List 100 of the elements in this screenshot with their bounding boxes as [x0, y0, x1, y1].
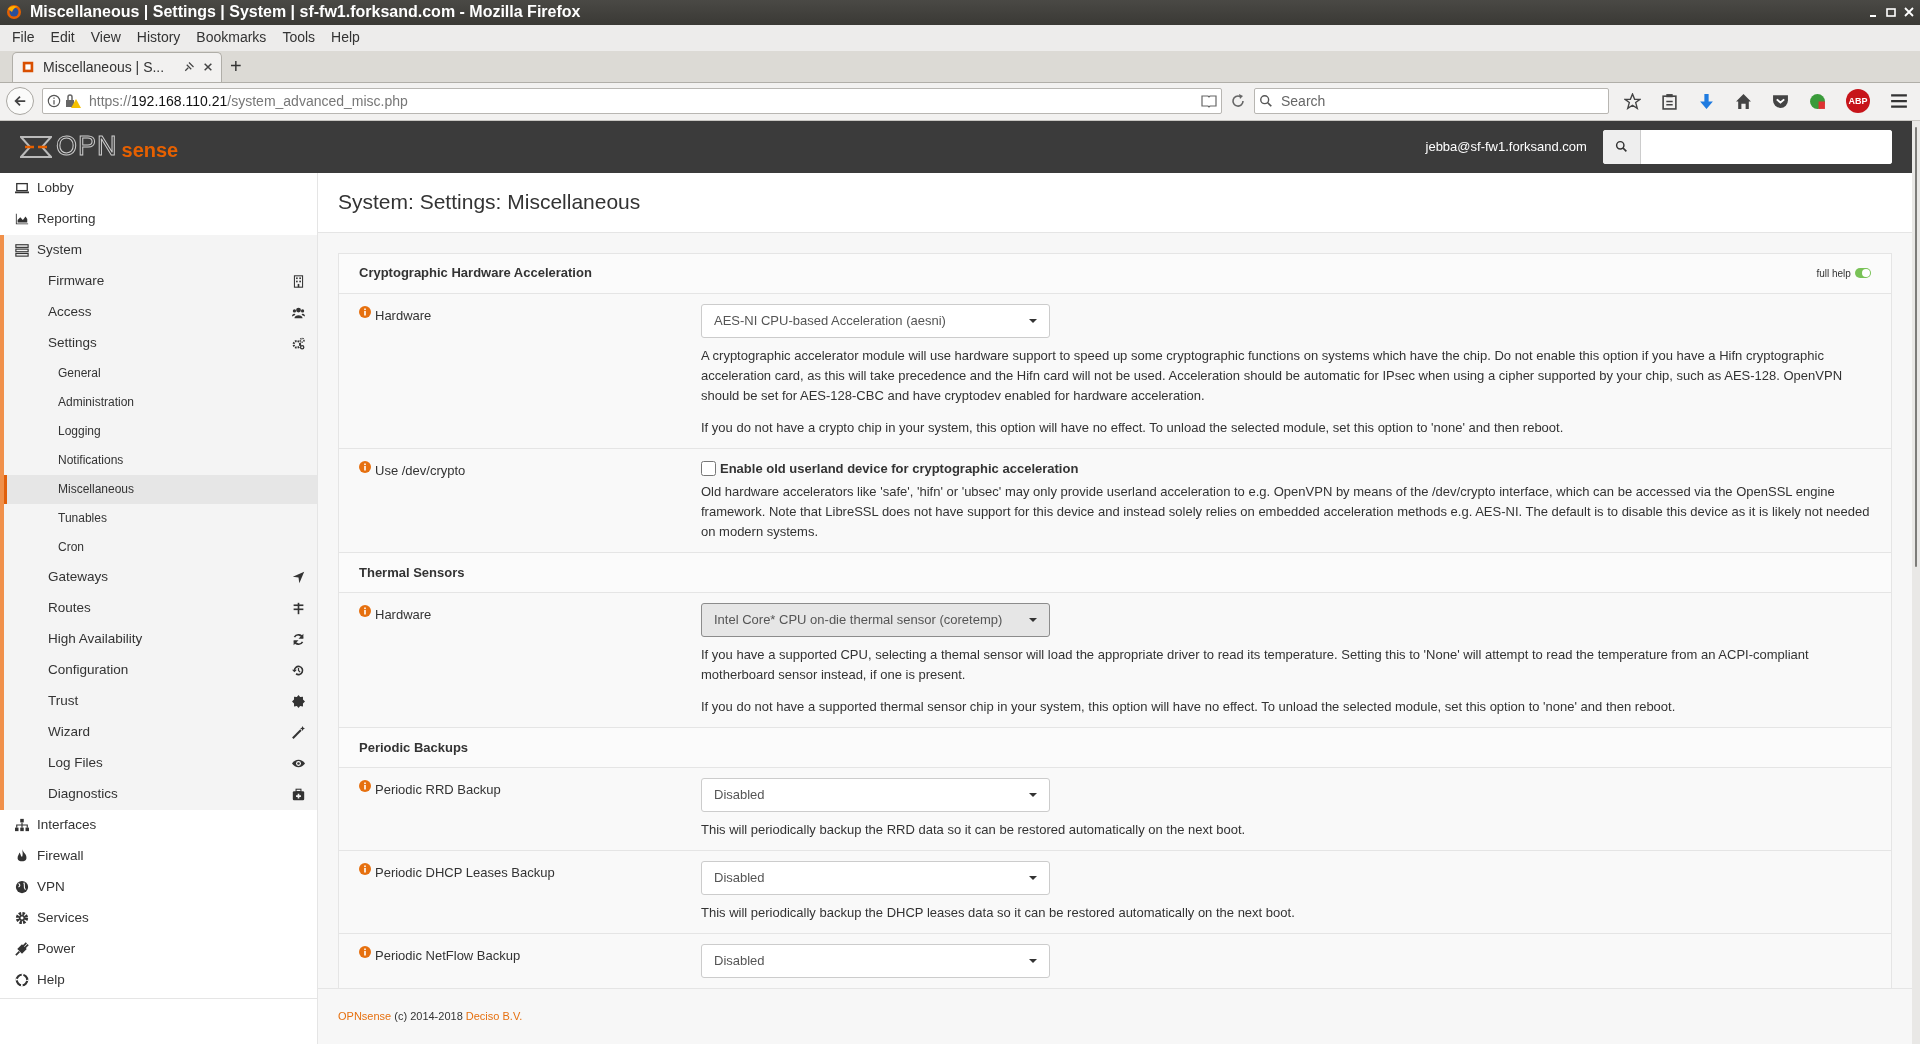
- sidebar-item[interactable]: Wizard: [4, 716, 317, 748]
- sidebar-item[interactable]: Log Files: [4, 747, 317, 779]
- sidebar-item[interactable]: Services: [0, 902, 317, 934]
- sidebar-item[interactable]: Settings: [4, 327, 317, 359]
- favicon-icon: [21, 60, 35, 75]
- reader-view-icon[interactable]: [1201, 93, 1217, 110]
- sidebar-item[interactable]: Firewall: [0, 840, 317, 872]
- help-text: This will periodically backup the DHCP leases data so it can be restored automatically on the next boot.: [701, 904, 1296, 922]
- help-text: If you do not have a crypto chip in your system, this option will have no effect. To unload the selected module, set this option to 'none' and then reboot.: [701, 418, 1565, 437]
- select-field[interactable]: Disabled: [701, 861, 1050, 895]
- magic-wand-icon: [292, 725, 305, 739]
- help-text: This will periodically backup the RRD data so it can be restored automatically on the next boot.: [701, 821, 1247, 839]
- caret-icon: [1029, 793, 1037, 797]
- settings-icon: [15, 911, 29, 926]
- computer-icon: [15, 181, 29, 196]
- sidebar-item[interactable]: Diagnostics: [4, 778, 317, 810]
- extension-icon[interactable]: [1809, 92, 1826, 110]
- reload-icon[interactable]: [1230, 93, 1246, 110]
- page-title: System: Settings: Miscellaneous: [318, 172, 1912, 233]
- sidebar-item[interactable]: Trust: [4, 685, 317, 717]
- building-icon: [292, 274, 305, 288]
- back-arrow-icon: [13, 94, 27, 109]
- info-icon: [359, 605, 371, 617]
- back-button[interactable]: [6, 87, 34, 116]
- menu-icon[interactable]: [1890, 92, 1908, 111]
- sidebar-item[interactable]: Configuration: [4, 654, 317, 686]
- window-title: Miscellaneous | Settings | System | sf-fw1.forksand.com - Mozilla Firefox: [30, 2, 582, 23]
- checkbox-label[interactable]: Enable old userland device for cryptographic acceleration: [720, 458, 1079, 478]
- firefox-logo-icon: [6, 4, 22, 21]
- url-field[interactable]: https://192.168.110.21/system_advanced_misc.php: [42, 88, 1222, 115]
- caret-icon: [1029, 876, 1037, 880]
- sidebar-item[interactable]: Gateways: [4, 561, 317, 593]
- clipboard-icon[interactable]: [1661, 92, 1678, 110]
- sidebar-subitem[interactable]: General: [4, 358, 317, 388]
- checkbox[interactable]: [701, 460, 716, 476]
- sidebar-item[interactable]: VPN: [0, 871, 317, 903]
- sidebar-item[interactable]: Access: [4, 296, 317, 328]
- sidebar-subitem[interactable]: Logging: [4, 416, 317, 446]
- logo-text: sense: [121, 139, 179, 160]
- footer-text: OPNsense (c) 2014-2018 Deciso B.V.: [338, 1009, 523, 1025]
- info-icon: [359, 460, 371, 473]
- select-field[interactable]: AES-NI CPU-based Acceleration (aesni): [701, 303, 1050, 338]
- area-chart-icon: [15, 212, 29, 227]
- new-tab-button[interactable]: +: [230, 53, 242, 78]
- full-help-toggle[interactable]: full help: [1816, 265, 1871, 281]
- menu-item[interactable]: Tools: [274, 25, 324, 51]
- search-field[interactable]: Search: [1254, 88, 1609, 115]
- sidebar-subitem[interactable]: Miscellaneous: [4, 474, 317, 504]
- menu-item[interactable]: Help: [323, 25, 368, 51]
- sidebar-subitem[interactable]: Cron: [4, 532, 317, 562]
- sidebar-item[interactable]: Power: [0, 933, 317, 965]
- sidebar-item[interactable]: Lobby: [0, 172, 317, 204]
- sidebar-subitem[interactable]: Notifications: [4, 445, 317, 475]
- plug-icon: [15, 942, 29, 957]
- field-label: Use /dev/crypto: [375, 461, 466, 480]
- sidebar-item[interactable]: Interfaces: [0, 809, 317, 841]
- menu-item[interactable]: Bookmarks: [188, 25, 275, 51]
- info-icon: [359, 305, 371, 318]
- sidebar-item[interactable]: Reporting: [0, 203, 317, 235]
- browser-tab[interactable]: Miscellaneous | S...: [12, 51, 222, 82]
- help-text: A cryptographic accelerator module will use hardware support to speed up some cryptographic functions on systems which have the chip. Do not enable this option if you have a Hifn cryptographic acceleration card, as this will take precedence and the Hifn card will not be used. Acceleration should be automatic for IPsec when using a cipher supported by your chip, such as AES-128. OpenVPN should be set for AES-128-CBC and have cryptodev enabled for hardware acceleration.: [701, 346, 1844, 405]
- tab-title: Miscellaneous | S...: [43, 57, 166, 77]
- sidebar-item[interactable]: Routes: [4, 592, 317, 624]
- sidebar-subitem[interactable]: Administration: [4, 387, 317, 417]
- search-placeholder: Search: [1281, 91, 1326, 111]
- section-title: Thermal Sensors: [359, 563, 466, 582]
- location-arrow-icon: [292, 570, 305, 584]
- sidebar-item[interactable]: Firmware: [4, 265, 317, 297]
- select-field[interactable]: Intel Core* CPU on-die thermal sensor (coretemp): [701, 603, 1050, 637]
- maximize-icon[interactable]: [1886, 5, 1896, 20]
- history-icon: [292, 663, 305, 677]
- users-icon: [292, 305, 305, 319]
- close-icon[interactable]: [203, 62, 213, 73]
- menu-item[interactable]: File: [4, 25, 43, 51]
- select-field[interactable]: Disabled: [701, 944, 1050, 978]
- star-icon[interactable]: [1624, 92, 1641, 110]
- menu-item[interactable]: Edit: [42, 25, 83, 51]
- sidebar-item[interactable]: Help: [0, 964, 317, 996]
- home-icon[interactable]: [1735, 92, 1752, 110]
- download-icon[interactable]: [1698, 92, 1715, 110]
- scrollbar[interactable]: [1911, 120, 1920, 1044]
- adblock-badge[interactable]: ABP: [1846, 89, 1870, 114]
- field-label: Periodic RRD Backup: [375, 781, 501, 799]
- search-icon: [1259, 94, 1273, 109]
- flame-icon: [15, 849, 29, 864]
- menu-item[interactable]: View: [82, 25, 129, 51]
- select-field[interactable]: Disabled: [701, 778, 1050, 812]
- caret-icon: [1029, 959, 1037, 963]
- pocket-icon[interactable]: [1772, 92, 1789, 110]
- refresh-icon: [292, 632, 305, 646]
- user-name: jebba@sf-fw1.forksand.com: [1425, 137, 1587, 156]
- section-title: Cryptographic Hardware Acceleration: [359, 264, 593, 283]
- pin-icon: [183, 61, 195, 74]
- search-button[interactable]: [1602, 129, 1641, 164]
- sidebar-subitem[interactable]: Tunables: [4, 503, 317, 533]
- menu-item[interactable]: History: [128, 25, 189, 51]
- sidebar-item[interactable]: High Availability: [4, 623, 317, 655]
- warning-lock-icon: [65, 93, 81, 110]
- field-label: Periodic DHCP Leases Backup: [375, 864, 555, 882]
- info-icon: [359, 780, 371, 792]
